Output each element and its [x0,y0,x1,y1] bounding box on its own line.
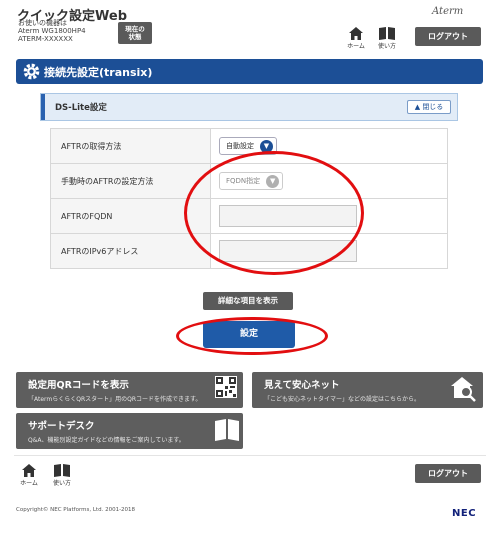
manual-aftr-method-label: 手動時のAFTRの設定方法 [50,163,211,199]
collapse-label: 閉じる [422,103,444,111]
logout-button[interactable]: ログアウト [415,27,481,46]
mieteanshin-card[interactable]: 見えて安心ネット 「こども安心ネットタイマー」などの設定はこちらから。 [252,372,483,408]
dslite-panel-header: DS-Lite設定 ▲ 閉じる [40,93,458,121]
qr-code-card[interactable]: 設定用QRコードを表示 「AtermらくらくQRスタート」用のQRコードを作成で… [16,372,243,408]
footer-home-button[interactable]: ホーム [18,464,40,487]
home-label: ホーム [347,43,365,50]
device-model: Aterm WG1800HP4 [18,27,86,35]
qr-code-icon [215,376,237,398]
footer-logout-button[interactable]: ログアウト [415,464,481,483]
book-icon [54,464,70,477]
aftr-method-label: AFTRの取得方法 [50,128,211,164]
page-header: クイック設定Web お使いの機器は Aterm WG1800HP4 ATERM-… [0,0,500,56]
home-icon [22,464,36,477]
section-title: 接続先設定(transix) [44,66,153,79]
footer-howto-button[interactable]: 使い方 [51,464,73,487]
copyright-text: Copyright© NEC Platforms, Ltd. 2001-2018 [16,507,136,513]
aterm-logo: Aterm [432,6,464,17]
device-label: お使いの機器は [18,19,67,27]
card-description: Q&A、機能別設定ガイドなどの情報をご案内しています。 [28,437,185,444]
device-id: ATERM-XXXXXX [18,35,73,43]
card-title: 設定用QRコードを表示 [28,380,129,391]
card-description: 「AtermらくらくQRスタート」用のQRコードを作成できます。 [28,396,202,403]
section-title-bar: 接続先設定(transix) [16,59,483,84]
card-title: サポートデスク [28,421,95,432]
home-search-icon [451,377,476,402]
status-button-line1: 現在の [125,25,145,33]
nec-logo: NEC [452,508,477,519]
gear-icon [23,63,40,80]
howto-label: 使い方 [377,43,396,50]
aftr-ipv6-label: AFTRのIPv6アドレス [50,233,211,269]
howto-nav-button[interactable]: 使い方 [376,27,398,50]
home-label: ホーム [20,480,38,487]
home-nav-button[interactable]: ホーム [345,27,367,50]
support-desk-card[interactable]: サポートデスク Q&A、機能別設定ガイドなどの情報をご案内しています。 [16,413,243,449]
chevron-up-icon: ▲ [414,103,421,111]
book-icon [215,419,239,441]
annotation-ring-submit [176,317,328,355]
annotation-ring-fields [184,151,364,275]
howto-label: 使い方 [52,480,71,487]
home-icon [349,27,363,40]
footer-divider [14,455,486,456]
card-description: 「こども安心ネットタイマー」などの設定はこちらから。 [264,396,421,403]
current-status-button[interactable]: 現在の 状態 [118,22,152,44]
show-details-button[interactable]: 詳細な項目を表示 [203,292,293,310]
status-button-line2: 状態 [128,33,142,41]
book-icon [379,27,395,40]
panel-title: DS-Lite設定 [55,103,107,113]
collapse-button[interactable]: ▲ 閉じる [407,100,451,114]
aftr-method-value: 自動設定 [226,142,254,150]
card-title: 見えて安心ネット [264,380,340,391]
